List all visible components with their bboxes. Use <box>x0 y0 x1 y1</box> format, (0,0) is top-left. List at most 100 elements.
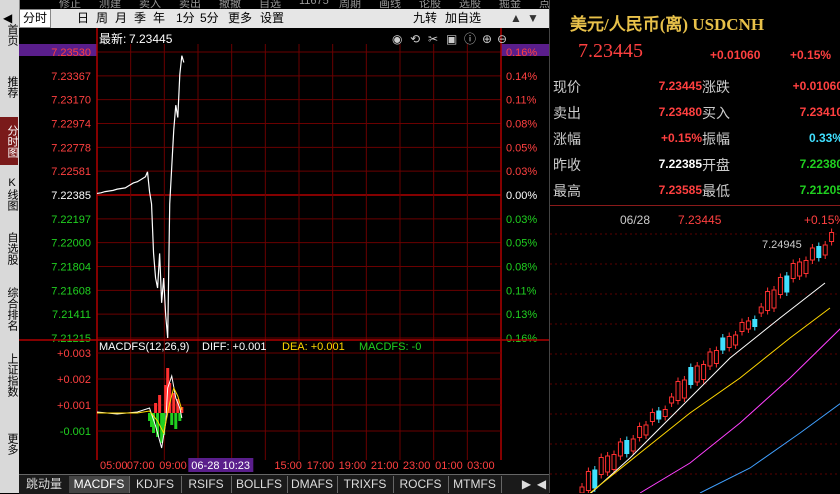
quote-value: +0.01060 <box>792 79 840 93</box>
indicator-tab-2[interactable]: KDJFS <box>129 476 182 493</box>
sidebar-item-1[interactable]: 推荐 <box>0 62 18 112</box>
mini-candle <box>694 365 700 383</box>
macd-title: MACDFS(12,26,9) <box>99 341 189 353</box>
mini-candle <box>656 410 662 420</box>
quote-row: 昨收 7.22385 开盘 7.22380 <box>550 153 840 179</box>
price-tick-label: 7.21411 <box>52 309 91 321</box>
mini-candle <box>733 334 739 346</box>
mini-candle <box>617 441 623 457</box>
mini-ma-line <box>699 403 840 493</box>
indicator-tab-3[interactable]: RSIFS <box>181 476 232 493</box>
info-icon[interactable]: ⓘ <box>464 32 476 46</box>
quote-change: +0.01060 <box>710 48 761 62</box>
macd-bar <box>170 413 174 425</box>
scroll-down-icon[interactable]: ▼ <box>524 10 542 27</box>
mini-pct: +0.15% <box>804 213 840 227</box>
pct-tick-label: 0.00% <box>506 190 537 202</box>
scroll-up-icon[interactable]: ▲ <box>507 10 525 27</box>
macd-bar <box>174 413 178 429</box>
mini-candle <box>726 336 732 348</box>
period-button-0[interactable]: 分时 <box>19 9 52 28</box>
top-menu-item[interactable]: 11675 <box>299 0 329 7</box>
pct-tick-label: 0.08% <box>506 262 537 274</box>
period-button-1[interactable]: 日 <box>74 10 92 27</box>
mini-kline-chart: 06/28 7.23445 +0.15%7.24945 <box>550 213 840 493</box>
period-button-9[interactable]: 设置 <box>257 10 287 27</box>
undo-icon[interactable]: ⟲ <box>410 32 420 46</box>
sidebar-item-6[interactable]: 上证指数 <box>0 346 18 404</box>
top-menu-item[interactable]: 修正 <box>59 0 81 9</box>
sidebar-item-4[interactable]: 自选股 <box>0 224 18 272</box>
arrow-left-icon[interactable]: ◀ <box>0 10 15 27</box>
indicator-tab-6[interactable]: TRIXFS <box>337 476 394 493</box>
time-tick-label: 07:00 <box>127 460 155 472</box>
mini-candle <box>816 246 822 258</box>
period-button-8[interactable]: 更多 <box>225 10 255 27</box>
time-tick-label: 21:00 <box>371 460 399 472</box>
top-menu-item[interactable]: 周期 <box>339 0 361 9</box>
period-button-5[interactable]: 年 <box>150 10 168 27</box>
period-button-7[interactable]: 5分 <box>197 10 222 27</box>
indicator-tab-0[interactable]: 跳动量 <box>19 476 70 493</box>
pct-tick-label: 0.13% <box>506 309 537 321</box>
chart-bg <box>19 28 549 474</box>
mini-candle <box>605 455 611 473</box>
mini-candle <box>713 350 719 364</box>
period-button-6[interactable]: 1分 <box>173 10 198 27</box>
sidebar-item-2[interactable]: 分时图 <box>0 117 18 165</box>
period-button-4[interactable]: 季 <box>131 10 149 27</box>
top-menu-item[interactable]: 卖入 <box>139 0 161 9</box>
top-menu-item[interactable]: 画线 <box>379 0 401 9</box>
indicator-tab-8[interactable]: MTMFS <box>448 476 502 493</box>
mini-candle <box>797 261 803 277</box>
tab-scroll-right-icon[interactable]: ▶ <box>519 476 534 493</box>
indicator-tab-7[interactable]: ROCFS <box>393 476 449 493</box>
latest-value: 7.23445 <box>129 32 173 46</box>
top-menu-item[interactable]: 自选 <box>259 0 281 9</box>
top-menu-item[interactable]: 点将 <box>539 0 549 9</box>
quote-value: 0.33% <box>808 131 840 145</box>
sidebar-item-5[interactable]: 综合排名 <box>0 280 18 338</box>
nine-turn-button[interactable]: 九转 <box>410 10 440 27</box>
quote-label: 涨幅 <box>553 131 581 147</box>
top-menu-item[interactable]: 选股 <box>459 0 481 9</box>
scissors-icon[interactable]: ✂ <box>428 32 438 46</box>
period-button-2[interactable]: 周 <box>93 10 111 27</box>
price-tick-label: 7.22974 <box>51 119 91 131</box>
pct-tick-label: 0.14% <box>506 71 537 83</box>
top-menu-item[interactable]: 测建 <box>99 0 121 9</box>
mini-candle <box>790 263 796 279</box>
mini-candle <box>611 454 617 470</box>
quote-value: 7.23445 <box>658 79 702 93</box>
zoom-in-icon[interactable]: ⊕ <box>482 32 492 46</box>
price-tick-label: 7.22778 <box>51 142 91 154</box>
period-button-3[interactable]: 月 <box>112 10 130 27</box>
macd-value-label: MACDFS: -0 <box>359 341 421 353</box>
time-tick-label: 09:00 <box>159 460 187 472</box>
lock-icon[interactable]: ▣ <box>446 32 457 46</box>
indicator-tab-5[interactable]: DMAFS <box>287 476 338 493</box>
eye-icon[interactable]: ◉ <box>392 32 402 46</box>
top-menu-item[interactable]: 论股 <box>419 0 441 9</box>
top-menu-item[interactable]: 卖出 <box>179 0 201 9</box>
tab-scroll-left-icon[interactable]: ◀ <box>534 476 549 493</box>
sidebar-item-3[interactable]: K线图 <box>0 170 18 218</box>
top-menu-item[interactable]: 撤撤 <box>219 0 241 9</box>
quote-label: 昨收 <box>553 157 581 173</box>
mini-candle <box>822 244 828 256</box>
indicator-tab-4[interactable]: BOLLFS <box>231 476 288 493</box>
mini-candle <box>784 275 790 293</box>
indicator-tab-1[interactable]: MACDFS <box>69 476 130 493</box>
quote-value: 7.23480 <box>658 105 702 119</box>
mini-candle <box>829 232 835 242</box>
add-watchlist-button[interactable]: 加自选 <box>442 10 484 27</box>
zoom-out-icon[interactable]: ⊖ <box>497 32 507 46</box>
mini-ma-line <box>589 307 831 493</box>
mini-candle <box>758 306 764 314</box>
top-menu-item[interactable]: 掘金 <box>499 0 521 9</box>
macd-tick-label: +0.003 <box>57 348 91 360</box>
mini-candle <box>745 320 751 330</box>
pct-tick-label: 0.05% <box>506 238 537 250</box>
mini-candle <box>592 469 598 489</box>
sidebar-item-7[interactable]: 更多 <box>0 424 18 464</box>
